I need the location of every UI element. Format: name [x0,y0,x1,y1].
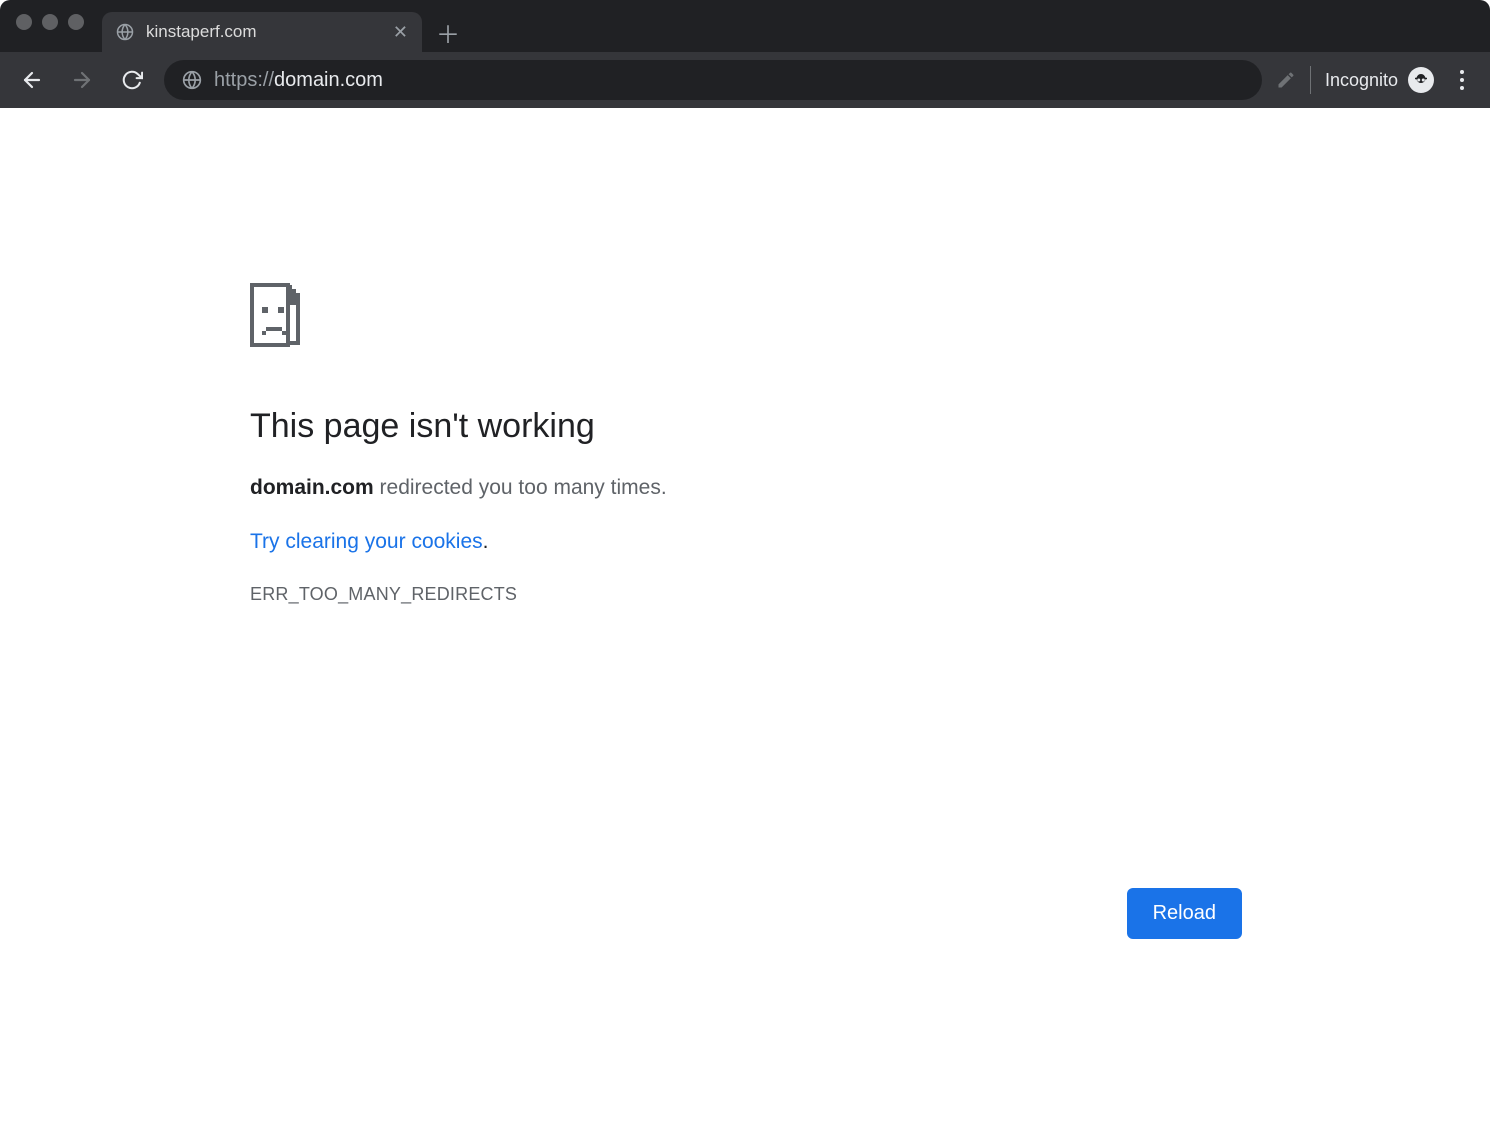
incognito-label: Incognito [1325,70,1398,91]
url-scheme: https:// [214,69,274,91]
error-link-period: . [483,530,489,553]
url-host: domain.com [274,69,383,91]
error-message-suffix: redirected you too many times. [374,476,667,499]
reload-icon-button[interactable] [114,62,150,98]
browser-window: kinstaperf.com ✕ ＋ https://domain.com [0,0,1490,1128]
toolbar: https://domain.com Incognito [0,52,1490,108]
new-tab-button[interactable]: ＋ [428,12,468,52]
extension-pencil-icon[interactable] [1276,70,1296,90]
reload-button-row: Reload [250,888,1242,939]
back-button[interactable] [14,62,50,98]
toolbar-divider [1310,66,1311,94]
tab-title: kinstaperf.com [146,22,257,42]
globe-icon [116,23,134,41]
address-bar[interactable]: https://domain.com [164,60,1262,100]
error-title: This page isn't working [250,407,1090,446]
error-suggestion: Try clearing your cookies. [250,530,1090,554]
error-domain: domain.com [250,476,374,499]
toolbar-right-cluster: Incognito [1276,66,1476,94]
site-info-icon[interactable] [182,70,202,90]
window-controls [10,0,94,52]
error-message: domain.com redirected you too many times… [250,476,1090,500]
forward-button[interactable] [64,62,100,98]
clear-cookies-link[interactable]: Try clearing your cookies [250,530,483,553]
window-minimize-dot[interactable] [42,14,58,30]
tab-active[interactable]: kinstaperf.com ✕ [102,12,422,52]
close-icon[interactable]: ✕ [393,22,408,43]
window-close-dot[interactable] [16,14,32,30]
incognito-indicator[interactable]: Incognito [1325,67,1434,93]
browser-menu-button[interactable] [1448,70,1476,90]
error-code: ERR_TOO_MANY_REDIRECTS [250,584,1090,605]
reload-button[interactable]: Reload [1127,888,1242,939]
incognito-icon [1408,67,1434,93]
window-maximize-dot[interactable] [68,14,84,30]
url-text: https://domain.com [214,69,383,92]
tab-strip: kinstaperf.com ✕ ＋ [0,0,1490,52]
sad-page-icon [250,283,306,347]
page-content: This page isn't working domain.com redir… [0,108,1490,1128]
error-block: This page isn't working domain.com redir… [250,283,1090,605]
